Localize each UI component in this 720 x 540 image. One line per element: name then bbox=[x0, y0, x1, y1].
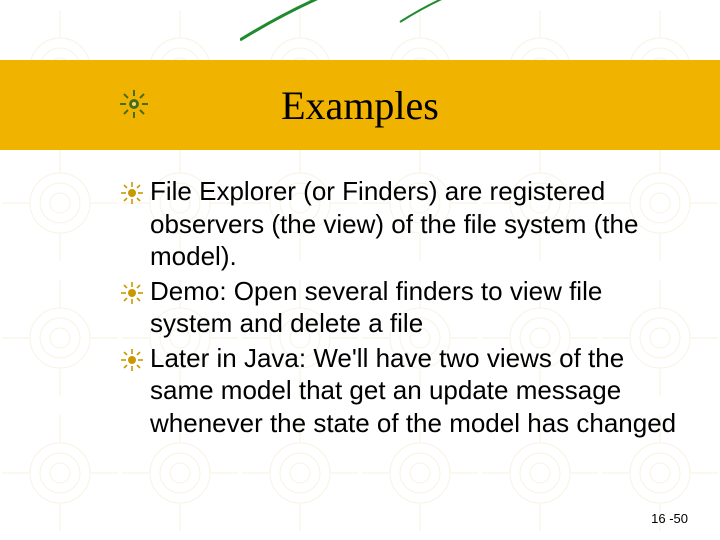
bullet-text: Demo: Open several finders to view file … bbox=[150, 275, 680, 340]
content-area: File Explorer (or Finders) are registere… bbox=[120, 175, 680, 441]
slide-title: Examples bbox=[281, 82, 439, 129]
bullet-text: Later in Java: We'll have two views of t… bbox=[150, 342, 680, 440]
bullet-burst-icon bbox=[120, 181, 144, 205]
bullet-burst-icon bbox=[120, 348, 144, 372]
bullet-burst-icon bbox=[120, 281, 144, 305]
list-item: Later in Java: We'll have two views of t… bbox=[120, 342, 680, 440]
slide-number: 16 -50 bbox=[651, 511, 688, 526]
title-bar: Examples bbox=[0, 60, 720, 150]
list-item: Demo: Open several finders to view file … bbox=[120, 275, 680, 340]
burst-icon bbox=[120, 90, 148, 118]
bullet-text: File Explorer (or Finders) are registere… bbox=[150, 175, 680, 273]
list-item: File Explorer (or Finders) are registere… bbox=[120, 175, 680, 273]
